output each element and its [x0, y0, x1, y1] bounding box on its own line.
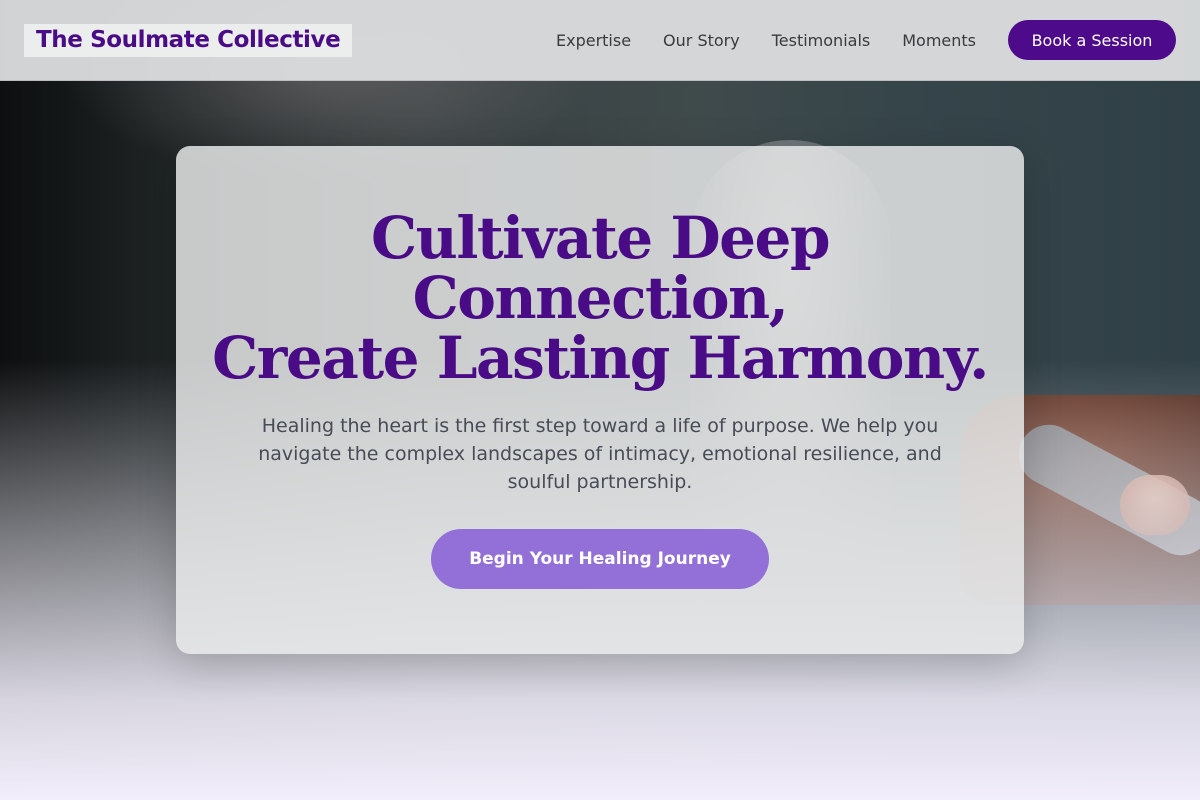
hero-card: Cultivate Deep Connection, Create Lastin… — [176, 146, 1024, 654]
nav-link-testimonials[interactable]: Testimonials — [772, 31, 871, 50]
book-session-button[interactable]: Book a Session — [1008, 20, 1176, 60]
hero-title-line-3: Create Lasting Harmony. — [212, 324, 989, 392]
hero-title: Cultivate Deep Connection, Create Lastin… — [176, 208, 1024, 388]
begin-healing-journey-button[interactable]: Begin Your Healing Journey — [431, 529, 769, 589]
site-header: The Soulmate Collective Expertise Our St… — [0, 0, 1200, 81]
site-logo[interactable]: The Soulmate Collective — [24, 23, 353, 57]
hero-title-line-1: Cultivate Deep — [370, 204, 831, 272]
hero-subtitle: Healing the heart is the first step towa… — [258, 415, 942, 493]
hero-title-line-2: Connection, — [412, 264, 789, 332]
nav-link-expertise[interactable]: Expertise — [556, 31, 631, 50]
nav-link-moments[interactable]: Moments — [902, 31, 976, 50]
nav-link-our-story[interactable]: Our Story — [663, 31, 740, 50]
main-nav: Expertise Our Story Testimonials Moments — [556, 31, 976, 50]
